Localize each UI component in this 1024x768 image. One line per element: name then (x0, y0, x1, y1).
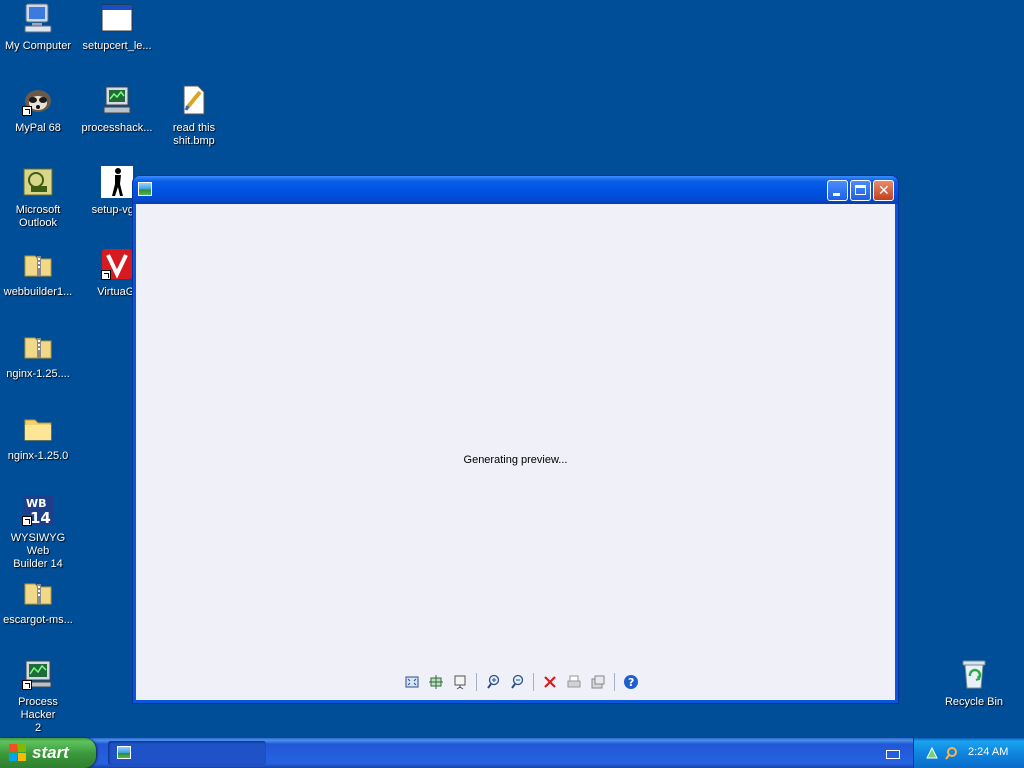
zoom-in-button[interactable] (484, 673, 502, 691)
picture-viewer-icon (138, 182, 152, 196)
toolbar-separator (533, 673, 534, 691)
desktop-icon-label: escargot-ms... (3, 614, 73, 626)
zoom-out-button[interactable] (508, 673, 526, 691)
status-message: Generating preview... (463, 454, 568, 466)
svg-text:14: 14 (30, 509, 51, 526)
help-button[interactable]: ? (622, 673, 640, 691)
best-fit-button[interactable] (403, 673, 421, 691)
my-computer-icon (22, 2, 54, 34)
taskbar: start 2:24 AM (0, 738, 1024, 768)
close-icon: ✕ (878, 182, 890, 198)
zip-folder-icon (22, 576, 54, 608)
picture-viewer-icon (117, 746, 131, 759)
outlook-icon (22, 166, 54, 198)
svg-text:?: ? (628, 676, 634, 689)
maximize-icon (855, 185, 866, 195)
network-icon[interactable] (925, 746, 939, 760)
desktop-icon-webbuilder-zip[interactable]: webbuilder1... (0, 246, 76, 299)
desktop-icon-label: Microsoft Outlook (15, 204, 61, 229)
help-icon: ? (624, 675, 638, 689)
process-hacker-icon (22, 658, 54, 690)
slideshow-icon (454, 675, 466, 690)
window-app-icon (101, 2, 133, 34)
zip-folder-icon (22, 330, 54, 362)
viewer-toolbar: ? (400, 672, 643, 692)
desktop-icon-wysiwyg[interactable]: WB 14 WYSIWYG Web Builder 14 (0, 492, 76, 571)
desktop-icon-label: read this shit.bmp (172, 122, 216, 147)
delete-icon (544, 676, 556, 688)
desktop-icon-process-hacker[interactable]: Process Hacker 2 (0, 656, 76, 735)
best-fit-icon (405, 676, 419, 688)
windows-logo-icon (9, 744, 27, 762)
zoom-out-icon (511, 674, 524, 689)
desktop-icon-label: My Computer (4, 40, 72, 52)
desktop-icon-my-computer[interactable]: My Computer (0, 0, 76, 53)
close-button[interactable]: ✕ (873, 180, 894, 201)
image-viewer-window[interactable]: ✕ Generating preview... ? (133, 176, 898, 703)
desktop-icon-label: MyPal 68 (15, 122, 61, 134)
silhouette-icon (101, 166, 133, 198)
folder-icon (22, 412, 54, 444)
wb14-icon: WB 14 (22, 494, 54, 527)
desktop-icon-escargot-zip[interactable]: escargot-ms... (0, 574, 76, 627)
zoom-in-icon (487, 674, 500, 689)
copy-to-button[interactable] (589, 673, 607, 691)
desktop-icon-label: webbuilder1... (3, 286, 73, 298)
desktop-icon-label: processhack... (81, 122, 153, 134)
actual-size-button[interactable] (427, 673, 445, 691)
system-tray: 2:24 AM (913, 738, 1024, 768)
shortcut-arrow-icon (22, 516, 32, 526)
minimize-icon (833, 193, 840, 196)
delete-button[interactable] (541, 673, 559, 691)
desktop-icon-mypal[interactable]: MyPal 68 (0, 82, 76, 135)
actual-size-icon (429, 675, 443, 689)
desktop-icon-processhacker-setup[interactable]: processhack... (79, 82, 155, 135)
desktop-icon-label: Process Hacker 2 (18, 696, 58, 734)
desktop-icon-label: Recycle Bin (944, 696, 1004, 708)
zip-folder-icon (22, 248, 54, 280)
shortcut-arrow-icon (22, 106, 32, 116)
monitor-app-icon (101, 84, 133, 116)
shortcut-arrow-icon (22, 680, 32, 690)
search-icon[interactable] (944, 746, 958, 760)
desktop-icon-label: WYSIWYG Web Builder 14 (10, 532, 66, 570)
desktop-icon-label: setupcert_le... (82, 40, 152, 52)
desktop-icon-label: nginx-1.25.0 (7, 450, 69, 462)
desktop-icon-nginx-folder[interactable]: nginx-1.25.0 (0, 410, 76, 463)
taskbar-button-image-viewer[interactable] (108, 741, 266, 765)
shortcut-arrow-icon (101, 270, 111, 280)
print-button[interactable] (565, 673, 583, 691)
title-bar[interactable]: ✕ (133, 176, 898, 204)
preview-area: Generating preview... ? (136, 204, 895, 700)
bitmap-file-icon (178, 84, 210, 116)
toolbar-separator (476, 673, 477, 691)
desktop-icon-recycle-bin[interactable]: Recycle Bin (936, 656, 1012, 709)
clock[interactable]: 2:24 AM (968, 746, 1008, 758)
start-label: start (32, 743, 69, 762)
print-icon (567, 675, 581, 688)
desktop-icon-nginx-zip[interactable]: nginx-1.25.... (0, 328, 76, 381)
raccoon-icon (22, 84, 54, 116)
desktop-icon-outlook[interactable]: Microsoft Outlook (0, 164, 76, 230)
maximize-button[interactable] (850, 180, 871, 201)
desktop-icon-setupcert[interactable]: setupcert_le... (79, 0, 155, 53)
copy-to-icon (591, 675, 605, 689)
recycle-bin-icon (958, 658, 990, 690)
minimize-button[interactable] (827, 180, 848, 201)
toolbar-separator (614, 673, 615, 691)
start-button[interactable]: start (0, 738, 96, 768)
slideshow-button[interactable] (451, 673, 469, 691)
virtuagirl-icon (101, 248, 133, 280)
desktop-icon-label: nginx-1.25.... (6, 368, 70, 380)
keyboard-icon[interactable] (886, 750, 900, 759)
desktop-icon-read-this-bmp[interactable]: read this shit.bmp (156, 82, 232, 148)
